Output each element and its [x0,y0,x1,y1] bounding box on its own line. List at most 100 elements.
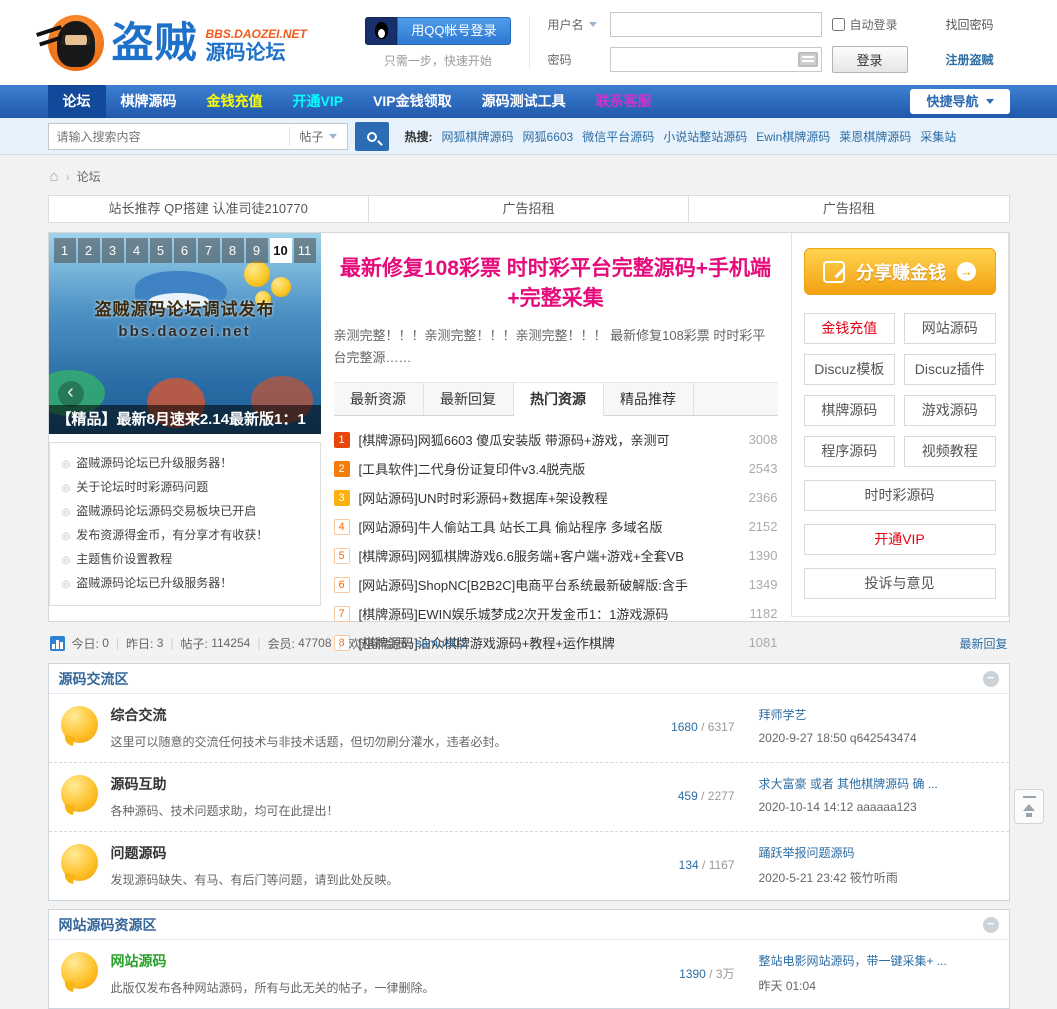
hot-link[interactable]: 莱恩棋牌源码 [839,128,911,145]
hot-link[interactable]: 采集站 [920,128,956,145]
login-button[interactable]: 登录 [832,46,908,73]
sidebar-link-discuz-template[interactable]: Discuz模板 [804,354,896,385]
list-item[interactable]: 7 [棋牌源码]EWIN娱乐城梦成2次开发金币1：1游戏源码 1182 [334,599,778,628]
forum-row[interactable]: 源码互助 各种源码、技术问题求助，均可在此提出！ 459 / 2277 求大富豪… [49,762,1009,831]
nav-item-forum[interactable]: 论坛 [48,85,106,118]
hot-link[interactable]: 小说站整站源码 [663,128,747,145]
ad-link[interactable]: 广告招租 [369,196,689,222]
username-label[interactable]: 用户名 [548,16,600,33]
collapse-icon[interactable]: − [983,671,999,687]
announcement-item[interactable]: 发布资源得金币，有分享才有收获！ [62,524,308,548]
forum-name[interactable]: 源码互助 [111,774,639,794]
nav-item-vip[interactable]: 开通VIP [278,85,359,118]
announcement-item[interactable]: 关于论坛时时彩源码问题 [62,476,308,500]
search-type-select[interactable]: 帖子 [289,127,347,146]
ad-link[interactable]: 站长推荐 QP搭建 认准司徒210770 [49,196,369,222]
sidebar-link-game-source[interactable]: 游戏源码 [904,395,996,426]
site-logo[interactable]: 盗贼 BBS.DAOZEI.NET 源码论坛 [48,15,307,71]
announcement-item[interactable]: 主题售价设置教程 [62,548,308,572]
username-input[interactable] [610,12,822,37]
last-post-link[interactable]: 求大富豪 或者 其他棋牌源码 确 ... [759,775,997,792]
list-item[interactable]: 3 [网站源码]UN时时彩源码+数据库+架设教程 2366 [334,483,778,512]
forum-name[interactable]: 网站源码 [111,951,639,971]
tab-latest-resources[interactable]: 最新资源 [334,383,424,415]
auto-login-checkbox[interactable] [832,18,845,31]
breadcrumb-current[interactable]: 论坛 [77,168,101,185]
carousel-page[interactable]: 11 [294,238,316,263]
last-post-link[interactable]: 踊跃举报问题源码 [759,844,997,861]
hot-link[interactable]: 网狐棋牌源码 [442,128,514,145]
new-member-link[interactable]: samuel12 [415,636,467,650]
list-item[interactable]: 4 [网站源码]牛人偷站工具 站长工具 偷站程序 多域名版 2152 [334,512,778,541]
forum-description: 各种源码、技术问题求助，均可在此提出！ [111,802,639,819]
tab-hot-resources[interactable]: 热门资源 [514,383,604,416]
hot-link[interactable]: Ewin棋牌源码 [756,128,830,145]
tab-latest-replies[interactable]: 最新回复 [424,383,514,415]
announcement-item[interactable]: 盗贼源码论坛源码交易板块已开启 [62,500,308,524]
forgot-password-link[interactable]: 找回密码 [946,16,1010,33]
carousel-page-active[interactable]: 10 [270,238,292,263]
sidebar-link-program-source[interactable]: 程序源码 [804,436,896,467]
carousel-page[interactable]: 3 [102,238,124,263]
latest-reply-link[interactable]: 最新回复 [959,635,1007,652]
sidebar-link-qipai-source[interactable]: 棋牌源码 [804,395,896,426]
section-title[interactable]: 源码交流区 [59,669,129,689]
forum-row[interactable]: 网站源码 此版仅发布各种网站源码，所有与此无关的帖子，一律删除。 1390 / … [49,940,1009,1008]
back-to-top-button[interactable] [1014,789,1044,824]
sidebar-link-ssc-source[interactable]: 时时彩源码 [804,480,996,511]
forum-name[interactable]: 问题源码 [111,843,639,863]
carousel-page[interactable]: 6 [174,238,196,263]
last-post-link[interactable]: 拜师学艺 [759,706,997,723]
sidebar-link-discuz-plugin[interactable]: Discuz插件 [904,354,996,385]
qq-login-button[interactable]: 用QQ帐号登录 [397,17,510,45]
carousel-page[interactable]: 9 [246,238,268,263]
nav-item-recharge[interactable]: 金钱充值 [192,85,278,118]
nav-item-vip-money[interactable]: VIP金钱领取 [358,85,467,118]
carousel-page[interactable]: 4 [126,238,148,263]
hot-resource-list: 1 [棋牌源码]网狐6603 傻瓜安装版 带源码+游戏，亲测可 3008 2 [… [334,416,778,657]
carousel-page[interactable]: 8 [222,238,244,263]
home-icon[interactable]: ⌂ [50,169,59,184]
list-item[interactable]: 2 [工具软件]二代身份证复印件v3.4脱壳版 2543 [334,454,778,483]
carousel-page[interactable]: 5 [150,238,172,263]
tab-recommended[interactable]: 精品推荐 [604,383,694,415]
list-item[interactable]: 6 [网站源码]ShopNC[B2B2C]电商平台系统最新破解版:含手 1349 [334,570,778,599]
nav-item-test-tools[interactable]: 源码测试工具 [467,85,581,118]
sidebar-link-feedback[interactable]: 投诉与意见 [804,568,996,599]
list-item[interactable]: 5 [棋牌源码]网狐棋牌游戏6.6服务端+客户端+游戏+全套VB 1390 [334,541,778,570]
keyboard-icon[interactable] [798,52,818,67]
nav-item-service[interactable]: 联系客服 [581,85,667,118]
ad-link[interactable]: 广告招租 [689,196,1008,222]
auto-login-label: 自动登录 [850,16,898,33]
hot-link[interactable]: 微信平台源码 [582,128,654,145]
carousel-prev-icon[interactable]: ‹ [58,381,84,407]
quick-nav-button[interactable]: 快捷导航 [910,89,1009,114]
forum-description: 此版仅发布各种网站源码，所有与此无关的帖子，一律删除。 [111,979,639,996]
announcement-item[interactable]: 盗贼源码论坛已升级服务器！ [62,572,308,596]
carousel[interactable]: 1 2 3 4 5 6 7 8 9 10 11 盗贼源码论坛调试发布 bbs.d… [49,233,321,434]
announcement-item[interactable]: 盗贼源码论坛已升级服务器！ [62,452,308,476]
last-post-link[interactable]: 整站电影网站源码，带一键采集+ ... [759,952,997,969]
forum-name[interactable]: 综合交流 [111,705,639,725]
password-input[interactable] [610,47,822,72]
sidebar-link-website-source[interactable]: 网站源码 [904,313,996,344]
search-button[interactable] [355,122,389,151]
sidebar-link-video-tutorial[interactable]: 视频教程 [904,436,996,467]
share-earn-button[interactable]: 分享赚金钱 → [804,248,996,295]
forum-row[interactable]: 问题源码 发现源码缺失、有马、有后门等问题，请到此处反映。 134 / 1167… [49,831,1009,900]
carousel-pager: 1 2 3 4 5 6 7 8 9 10 11 [54,238,316,263]
forum-row[interactable]: 综合交流 这里可以随意的交流任何技术与非技术话题，但切勿刷分灌水，违者必封。 1… [49,694,1009,762]
register-link[interactable]: 注册盗贼 [946,51,1010,68]
list-item[interactable]: 1 [棋牌源码]网狐6603 傻瓜安装版 带源码+游戏，亲测可 3008 [334,425,778,454]
carousel-page[interactable]: 7 [198,238,220,263]
sidebar-link-recharge[interactable]: 金钱充值 [804,313,896,344]
sidebar-link-open-vip[interactable]: 开通VIP [804,524,996,555]
carousel-caption[interactable]: 【精品】最新8月速来2.14最新版1：1 [49,405,321,434]
collapse-icon[interactable]: − [983,917,999,933]
featured-title[interactable]: 最新修复108彩票 时时彩平台完整源码+手机端+完整采集 [338,254,774,315]
search-input[interactable] [49,130,289,144]
carousel-page[interactable]: 2 [78,238,100,263]
nav-item-qipai[interactable]: 棋牌源码 [106,85,192,118]
carousel-page[interactable]: 1 [54,238,76,263]
hot-link[interactable]: 网狐6603 [523,128,574,145]
